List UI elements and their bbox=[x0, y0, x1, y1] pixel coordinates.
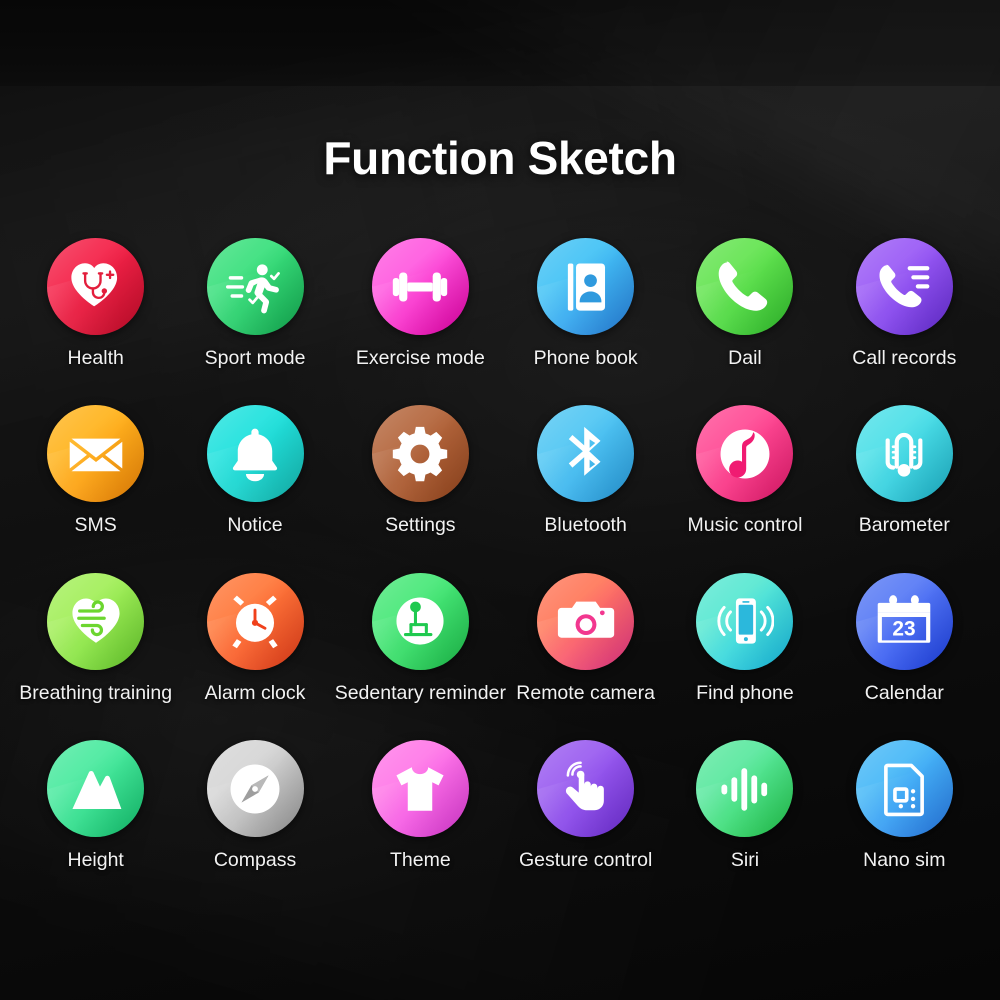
function-item[interactable]: Siri bbox=[665, 740, 824, 871]
function-item-label: Sport mode bbox=[204, 347, 306, 369]
function-item-label: Music control bbox=[687, 514, 803, 537]
heart-stethoscope-icon[interactable] bbox=[47, 238, 145, 335]
function-item[interactable]: Music control bbox=[665, 405, 824, 536]
function-item[interactable]: Health bbox=[16, 238, 175, 369]
calendar-icon[interactable]: 23 bbox=[855, 572, 953, 670]
function-item-label: Theme bbox=[389, 849, 451, 872]
function-item-label: Notice bbox=[227, 514, 283, 537]
function-item-label: Nano sim bbox=[863, 849, 946, 872]
page-title: Function Sketch bbox=[323, 132, 677, 184]
voice-waveform-icon[interactable] bbox=[696, 740, 794, 838]
sitting-person-icon[interactable] bbox=[371, 572, 469, 670]
function-item[interactable]: Alarm clock bbox=[175, 572, 334, 704]
function-item[interactable]: Exercise mode bbox=[335, 238, 506, 369]
function-item[interactable]: Bluetooth bbox=[506, 405, 665, 536]
function-item[interactable]: Theme bbox=[335, 740, 506, 871]
function-item-label: Phone book bbox=[533, 347, 638, 369]
function-grid: Health Sport mode Exercise mode Phone book D… bbox=[0, 238, 1000, 872]
breathing-heart-icon[interactable] bbox=[47, 572, 145, 670]
function-item-label: Health bbox=[67, 347, 124, 369]
function-item[interactable]: Call records bbox=[825, 238, 984, 369]
function-item[interactable]: Height bbox=[16, 740, 175, 871]
function-item-label: Call records bbox=[852, 347, 957, 369]
function-item-label: Alarm clock bbox=[204, 681, 306, 704]
gear-icon[interactable] bbox=[371, 405, 469, 503]
function-item[interactable]: SMS bbox=[16, 405, 175, 536]
function-item[interactable]: Phone book bbox=[506, 238, 665, 369]
function-item[interactable]: 23 Calendar bbox=[825, 572, 984, 704]
bluetooth-icon[interactable] bbox=[537, 405, 635, 503]
function-item[interactable]: Sedentary reminder bbox=[334, 572, 506, 704]
mountains-icon[interactable] bbox=[47, 740, 145, 838]
music-note-icon[interactable] bbox=[696, 405, 794, 503]
phone-vibrate-icon[interactable] bbox=[696, 572, 794, 670]
function-item[interactable]: Compass bbox=[175, 740, 334, 871]
alarm-clock-icon[interactable] bbox=[206, 572, 304, 670]
dumbbell-icon[interactable] bbox=[371, 238, 469, 335]
function-item[interactable]: Gesture control bbox=[506, 740, 665, 871]
function-item-label: Calendar bbox=[864, 681, 944, 704]
function-item[interactable]: Notice bbox=[175, 405, 334, 536]
function-item-label: Barometer bbox=[858, 514, 950, 537]
envelope-icon[interactable] bbox=[47, 405, 145, 503]
function-item-label: Settings bbox=[385, 514, 456, 537]
bell-icon[interactable] bbox=[206, 405, 304, 503]
svg-text:23: 23 bbox=[893, 618, 916, 641]
function-item-label: Find phone bbox=[696, 681, 794, 704]
function-item[interactable]: Breathing training bbox=[16, 572, 175, 704]
top-band bbox=[0, 0, 1000, 86]
function-item-label: Dail bbox=[728, 347, 762, 369]
function-item-label: Compass bbox=[213, 849, 297, 872]
running-person-icon[interactable] bbox=[206, 238, 304, 335]
function-item[interactable]: Dail bbox=[665, 238, 824, 369]
function-item[interactable]: Settings bbox=[335, 405, 506, 536]
function-item-label: Sedentary reminder bbox=[334, 681, 506, 704]
function-item-label: Siri bbox=[730, 849, 760, 872]
contact-book-icon[interactable] bbox=[537, 238, 635, 335]
function-item-label: Gesture control bbox=[518, 849, 653, 872]
sim-card-icon[interactable] bbox=[855, 740, 953, 838]
call-log-icon[interactable] bbox=[855, 238, 953, 335]
function-item[interactable]: Remote camera bbox=[506, 572, 665, 704]
function-item-label: Remote camera bbox=[516, 681, 655, 704]
function-sketch-page: Function Sketch Health Sport mode Exercise… bbox=[0, 0, 1000, 1000]
function-item-label: Height bbox=[67, 849, 124, 872]
function-item-label: SMS bbox=[74, 514, 117, 537]
barometer-icon[interactable] bbox=[855, 405, 953, 503]
function-item[interactable]: Barometer bbox=[825, 405, 984, 536]
compass-icon[interactable] bbox=[206, 740, 304, 838]
phone-handset-icon[interactable] bbox=[696, 238, 794, 335]
function-item-label: Breathing training bbox=[19, 681, 173, 704]
tshirt-icon[interactable] bbox=[371, 740, 469, 838]
function-item[interactable]: Sport mode bbox=[175, 238, 334, 369]
function-item[interactable]: Nano sim bbox=[825, 740, 984, 871]
hand-tap-icon[interactable] bbox=[537, 740, 635, 838]
camera-icon[interactable] bbox=[537, 572, 635, 670]
function-item[interactable]: Find phone bbox=[665, 572, 824, 704]
function-item-label: Bluetooth bbox=[544, 514, 627, 537]
function-item-label: Exercise mode bbox=[355, 347, 485, 369]
